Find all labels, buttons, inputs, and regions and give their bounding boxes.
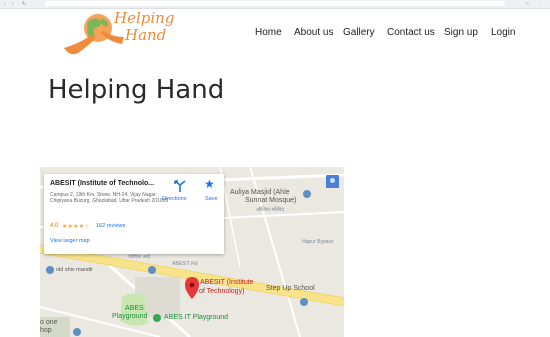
map-label-abesit-line1: ABESIT (Institute	[200, 279, 254, 286]
directions-button[interactable]: Directions	[162, 196, 186, 202]
reviews-link[interactable]: 162 reviews	[96, 223, 125, 229]
forward-icon[interactable]: ›	[12, 1, 14, 7]
reload-icon[interactable]: ↻	[22, 1, 26, 7]
map-label-one-line2: hop	[40, 327, 52, 334]
map-label-hapur-bypass: Hapur Bypass	[302, 239, 334, 245]
bookmark-icon[interactable]: ☆	[525, 1, 529, 7]
nav-about-us[interactable]: About us	[294, 27, 333, 38]
view-larger-map-link[interactable]: View larger map	[50, 238, 90, 244]
logo-text-line1: Helping	[114, 9, 175, 27]
map-label-masjid-line2: Sunnat Mosque)	[245, 197, 297, 204]
map-label-abesit-line2: of Technology)	[199, 288, 245, 295]
nav-login[interactable]: Login	[491, 27, 515, 38]
street-view-icon[interactable]	[326, 175, 339, 188]
extension-icon[interactable]: ⋮	[538, 1, 543, 7]
page-title: Helping Hand	[48, 75, 225, 105]
save-star-icon[interactable]: ★	[204, 178, 215, 190]
save-button[interactable]: Save	[205, 196, 218, 202]
map-label-old-shiv-mandir: old shiv mandir	[56, 267, 93, 273]
map-label-hindi: एबीएस आई	[128, 254, 151, 260]
back-icon[interactable]: ‹	[4, 1, 6, 7]
nav-sign-up[interactable]: Sign up	[444, 27, 478, 38]
place-rating: 4.0	[50, 223, 59, 229]
map-label-abes-it-playground: ABES IT Playground	[164, 314, 229, 321]
place-info-card: ABESIT (Institute of Technolo... Campus …	[44, 174, 224, 254]
nav-contact-us[interactable]: Contact us	[387, 27, 435, 38]
map-label-abes-playground-line2: Playground	[112, 313, 148, 320]
nav-home[interactable]: Home	[255, 27, 282, 38]
map-label-masjid-line1: Auliya Masjid (Ahle	[230, 189, 290, 196]
place-address: Campus 2, 19th Km, Stone, NH-24, Vijay N…	[50, 192, 169, 205]
map-label-step-up-school: Step Up School	[266, 285, 315, 292]
nav-gallery[interactable]: Gallery	[343, 27, 375, 38]
map-label-abes-playground-line1: ABES	[125, 305, 144, 312]
address-bar[interactable]	[45, 1, 505, 6]
map-label-abesit-road: ABESIT Rd	[172, 261, 198, 267]
map-label-one-line1: o one	[40, 319, 58, 326]
map-label-masjid-hindi: औलिया मस्जिद	[256, 207, 284, 213]
rating-stars-icon: ★★★★☆	[62, 224, 90, 230]
logo-text-line2: Hand	[125, 26, 167, 44]
place-name[interactable]: ABESIT (Institute of Technolo...	[50, 180, 154, 187]
directions-icon[interactable]	[173, 180, 187, 192]
